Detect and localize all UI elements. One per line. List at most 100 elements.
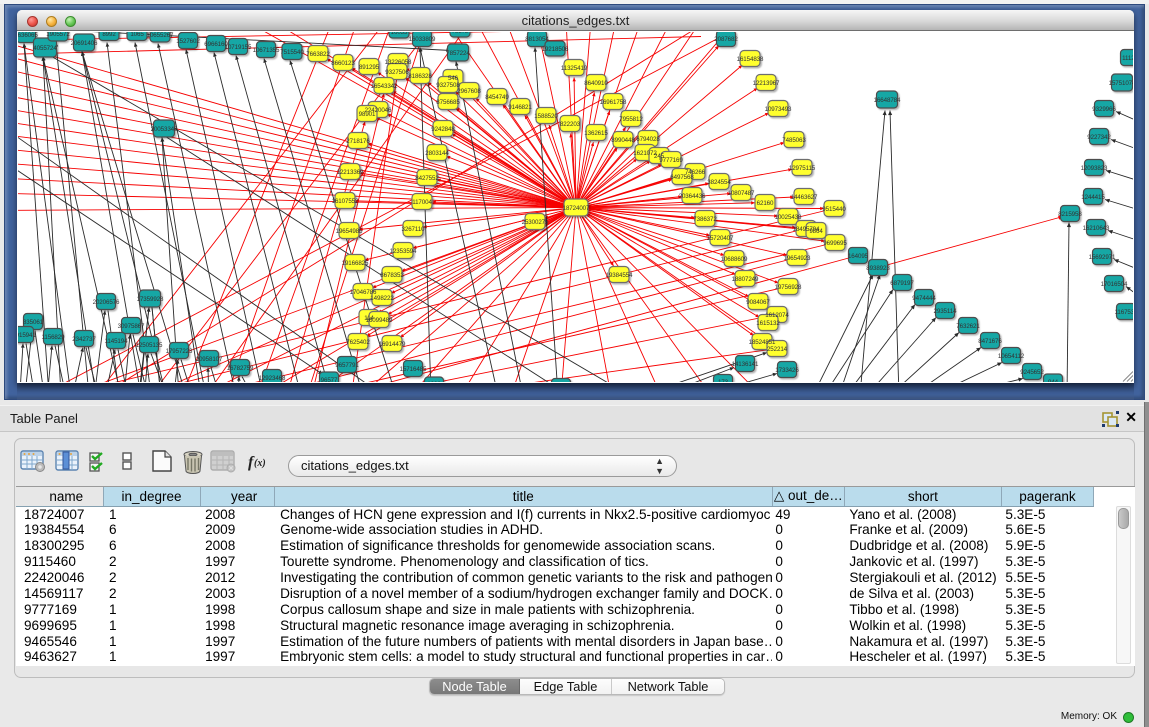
svg-text:3824554: 3824554 — [707, 179, 731, 186]
svg-text:8215958: 8215958 — [1058, 211, 1082, 218]
svg-text:835061: 835061 — [23, 319, 44, 326]
svg-text:546: 546 — [448, 75, 459, 82]
svg-text:16154838: 16154838 — [737, 56, 764, 63]
svg-text:7955812: 7955812 — [619, 116, 643, 123]
svg-text:16107552: 16107552 — [332, 198, 359, 205]
svg-text:6879197: 6879197 — [890, 280, 914, 287]
svg-text:7663822: 7663822 — [306, 51, 330, 58]
svg-text:7515540: 7515540 — [280, 49, 304, 56]
svg-text:9146821: 9146821 — [508, 104, 532, 111]
svg-text:9515440: 9515440 — [822, 206, 846, 213]
svg-text:2342737: 2342737 — [72, 336, 96, 343]
svg-text:9474444: 9474444 — [912, 295, 936, 302]
svg-text:20206576: 20206576 — [93, 299, 120, 306]
svg-text:17016504: 17016504 — [1101, 281, 1128, 288]
svg-text:20364436: 20364436 — [679, 193, 706, 200]
svg-text:9227342: 9227342 — [1087, 134, 1111, 141]
svg-text:62160: 62160 — [757, 200, 774, 207]
svg-text:10671355: 10671355 — [253, 47, 280, 54]
svg-text:98901: 98901 — [359, 111, 376, 118]
svg-text:10958107: 10958107 — [196, 356, 223, 363]
svg-text:9327506: 9327506 — [385, 69, 409, 76]
svg-text:1498222: 1498222 — [370, 295, 394, 302]
svg-text:2636065: 2636065 — [18, 32, 38, 39]
svg-text:12213369: 12213369 — [337, 169, 364, 176]
svg-text:12923468: 12923468 — [259, 375, 286, 382]
svg-text:16099489: 16099489 — [366, 317, 393, 324]
svg-text:252214: 252214 — [767, 346, 788, 353]
svg-text:1733426: 1733426 — [775, 367, 799, 374]
svg-text:16543342: 16543342 — [371, 83, 398, 90]
svg-text:19756928: 19756928 — [775, 284, 802, 291]
svg-text:20053346: 20053346 — [151, 126, 178, 133]
svg-text:30975867: 30975867 — [118, 323, 145, 330]
svg-text:8186328: 8186328 — [408, 73, 432, 80]
svg-text:20691406: 20691406 — [71, 40, 98, 47]
svg-text:2935114: 2935114 — [934, 308, 958, 315]
svg-text:2803144: 2803144 — [425, 150, 449, 157]
svg-text:10688609: 10688609 — [721, 256, 748, 263]
svg-text:16033: 16033 — [391, 32, 408, 36]
svg-text:16914479: 16914479 — [379, 341, 406, 348]
svg-text:9329966: 9329966 — [1092, 106, 1116, 113]
svg-text:9777169: 9777169 — [659, 157, 683, 164]
svg-text:16782759: 16782759 — [227, 365, 254, 372]
svg-text:1612074: 1612074 — [765, 312, 789, 319]
svg-text:14463627: 14463627 — [791, 194, 818, 201]
svg-text:1156829: 1156829 — [42, 334, 66, 341]
svg-text:8471676: 8471676 — [978, 338, 1002, 345]
svg-text:891295: 891295 — [359, 64, 380, 71]
svg-text:96577: 96577 — [321, 377, 338, 382]
svg-text:(x): (x) — [254, 458, 266, 469]
svg-text:8938923: 8938923 — [866, 265, 890, 272]
svg-text:10654112: 10654112 — [998, 353, 1025, 360]
svg-text:7485063: 7485063 — [782, 137, 806, 144]
svg-text:4055724: 4055724 — [33, 45, 57, 52]
svg-text:14136141: 14136141 — [732, 361, 759, 368]
svg-text:10025438: 10025438 — [775, 214, 802, 221]
svg-text:19166825: 19166825 — [342, 260, 369, 267]
svg-text:8640910: 8640910 — [584, 80, 608, 87]
svg-text:3915941: 3915941 — [18, 332, 36, 339]
svg-text:1905572: 1905572 — [46, 32, 70, 38]
svg-text:10655267: 10655267 — [147, 32, 174, 39]
svg-text:7632621: 7632621 — [956, 323, 980, 330]
svg-text:944: 944 — [1048, 379, 1059, 382]
svg-text:2967608: 2967608 — [457, 88, 481, 95]
svg-text:9245652: 9245652 — [1020, 369, 1044, 376]
svg-text:11325419: 11325419 — [561, 65, 588, 72]
svg-text:16210643: 16210643 — [1083, 225, 1110, 232]
svg-text:1527602: 1527602 — [176, 38, 200, 45]
svg-text:16033809: 16033809 — [409, 36, 436, 43]
svg-text:15716485: 15716485 — [400, 366, 427, 373]
svg-text:15692971: 15692971 — [1089, 254, 1116, 261]
svg-text:7386372: 7386372 — [693, 216, 717, 223]
svg-text:12213967: 12213967 — [753, 80, 780, 87]
svg-text:7857224: 7857224 — [446, 50, 470, 57]
svg-text:11124: 11124 — [1122, 55, 1133, 62]
svg-text:1244415: 1244415 — [1081, 194, 1105, 201]
svg-text:16648784: 16648784 — [874, 97, 901, 104]
svg-text:16961758: 16961758 — [600, 99, 627, 106]
svg-text:9699695: 9699695 — [823, 240, 847, 247]
svg-text:8813054: 8813054 — [525, 36, 549, 43]
svg-text:2718176: 2718176 — [346, 138, 370, 145]
svg-text:12975115: 12975115 — [789, 165, 816, 172]
svg-text:1167533: 1167533 — [1115, 309, 1133, 316]
svg-text:18724007: 18724007 — [563, 205, 590, 212]
svg-text:13226058: 13226058 — [385, 59, 412, 66]
svg-text:8427552: 8427552 — [415, 175, 439, 182]
svg-text:9084067: 9084067 — [746, 299, 770, 306]
svg-text:3267110: 3267110 — [402, 226, 426, 233]
svg-text:1065: 1065 — [130, 32, 144, 38]
svg-text:173: 173 — [718, 379, 729, 382]
svg-text:1145194: 1145194 — [105, 338, 129, 345]
svg-text:10719155: 10719155 — [225, 44, 252, 51]
svg-text:9242848: 9242848 — [431, 126, 455, 133]
svg-text:12505135: 12505135 — [136, 342, 163, 349]
svg-text:17957223: 17957223 — [166, 348, 193, 355]
svg-text:8992: 8992 — [102, 32, 116, 38]
svg-text:8660123: 8660123 — [331, 60, 355, 67]
svg-text:1615132: 1615132 — [756, 320, 780, 327]
svg-text:78572: 78572 — [452, 32, 469, 35]
